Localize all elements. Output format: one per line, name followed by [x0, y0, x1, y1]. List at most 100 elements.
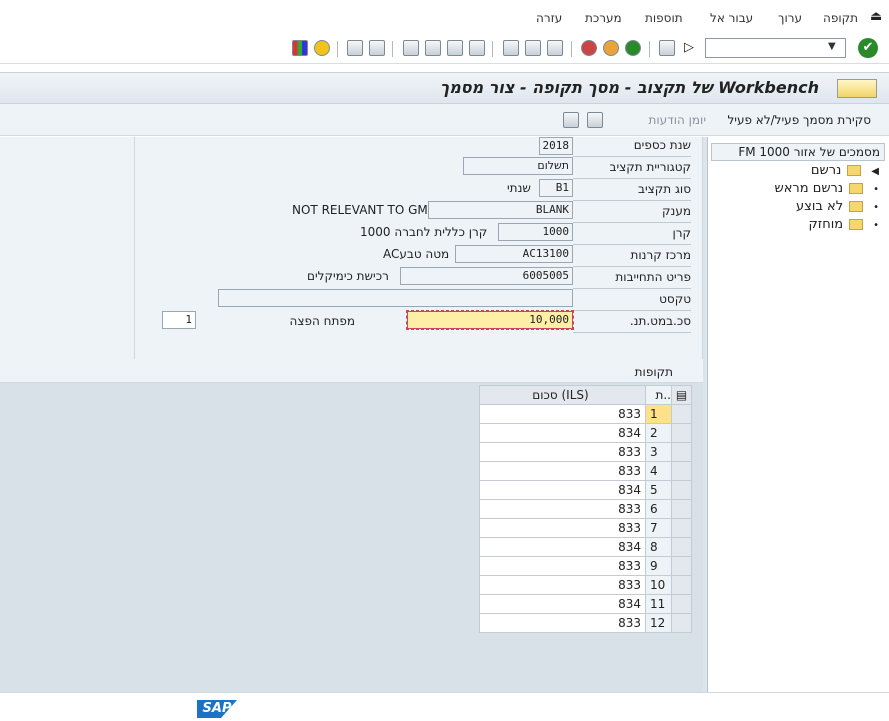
- create-session-icon[interactable]: [347, 40, 363, 56]
- amount-column-header[interactable]: סכום (ILS): [479, 385, 646, 405]
- row-selector[interactable]: [671, 404, 692, 424]
- total-amount-field[interactable]: 10,000: [406, 310, 574, 330]
- tree-item-posted[interactable]: ◀ נרשם: [811, 163, 879, 181]
- row-selector[interactable]: [671, 537, 692, 557]
- period-column-header[interactable]: ת..: [645, 385, 672, 405]
- row-selector[interactable]: [671, 480, 692, 500]
- row-selector[interactable]: [671, 518, 692, 538]
- period-amount-cell[interactable]: 834: [479, 594, 646, 614]
- table-settings-icon[interactable]: ▤: [671, 385, 692, 405]
- first-page-icon[interactable]: [469, 40, 485, 56]
- menu-period[interactable]: תקופה: [823, 11, 858, 25]
- back-icon[interactable]: [625, 40, 641, 56]
- row-selector[interactable]: [671, 556, 692, 576]
- row-selector[interactable]: [671, 499, 692, 519]
- menu-edit[interactable]: ערוך: [778, 11, 802, 25]
- budget-category-field[interactable]: תשלום: [463, 157, 573, 175]
- text-field[interactable]: [218, 289, 573, 307]
- period-number-cell: 8: [645, 537, 672, 557]
- period-amount-cell[interactable]: 833: [479, 613, 646, 633]
- period-amount-cell[interactable]: 833: [479, 575, 646, 595]
- print-icon[interactable]: [547, 40, 563, 56]
- save-document-icon[interactable]: [587, 112, 603, 128]
- period-amount-cell[interactable]: 834: [479, 480, 646, 500]
- message-log-button[interactable]: יומן הודעות: [648, 113, 706, 127]
- period-amount-cell[interactable]: 833: [479, 556, 646, 576]
- grant-label: מענק: [662, 204, 691, 218]
- copy-document-icon[interactable]: [563, 112, 579, 128]
- next-page-icon[interactable]: [425, 40, 441, 56]
- period-number-cell: 10: [645, 575, 672, 595]
- total-amount-label: סכ.במט.תנ.: [629, 314, 691, 328]
- budget-type-field[interactable]: B1: [539, 179, 573, 197]
- table-header-row: סכום (ILS) ת.. ▤: [479, 385, 692, 405]
- funds-center-field[interactable]: AC13100: [455, 245, 573, 263]
- command-field[interactable]: [705, 38, 846, 58]
- fiscal-year-label: שנת כספים: [633, 138, 691, 152]
- row-selector[interactable]: [671, 423, 692, 443]
- distribution-key-field[interactable]: 1: [162, 311, 196, 329]
- tree-item-label: נרשם מראש: [774, 181, 844, 196]
- tree-item-not-executed[interactable]: • לא בוצע: [796, 199, 879, 217]
- chevron-down-icon[interactable]: ▼: [828, 41, 836, 52]
- period-amount-cell[interactable]: 833: [479, 518, 646, 538]
- period-number-cell: 4: [645, 461, 672, 481]
- commitment-item-field[interactable]: 6005005: [400, 267, 573, 285]
- enter-button[interactable]: ✔: [858, 38, 878, 58]
- menu-help[interactable]: עזרה: [536, 11, 562, 25]
- distribution-key-label: מפתח הפצה: [289, 314, 355, 328]
- folder-icon: [849, 183, 864, 194]
- last-page-icon[interactable]: [403, 40, 419, 56]
- row-selector[interactable]: [671, 442, 692, 462]
- table-row: 833 10: [479, 575, 692, 595]
- screen-settings-icon[interactable]: [837, 79, 877, 98]
- find-icon[interactable]: [525, 40, 541, 56]
- period-amount-cell[interactable]: 834: [479, 423, 646, 443]
- row-selector[interactable]: [671, 613, 692, 633]
- help-icon[interactable]: [314, 40, 330, 56]
- row-selector[interactable]: [671, 461, 692, 481]
- layout-icon[interactable]: [292, 40, 308, 56]
- period-amount-cell[interactable]: 833: [479, 442, 646, 462]
- row-divider: [573, 156, 691, 157]
- period-amount-cell[interactable]: 833: [479, 404, 646, 424]
- row-divider: [573, 178, 691, 179]
- cancel-icon[interactable]: [581, 40, 597, 56]
- row-selector[interactable]: [671, 594, 692, 614]
- tree-item-label: נרשם: [810, 163, 842, 178]
- table-row: 834 2: [479, 423, 692, 443]
- menu-goto[interactable]: עבור אל: [710, 11, 753, 25]
- fund-field[interactable]: 1000: [498, 223, 573, 241]
- periods-header: תקופות: [0, 359, 703, 383]
- period-amount-cell[interactable]: 833: [479, 499, 646, 519]
- exit-menu-icon[interactable]: ⏏: [870, 9, 882, 24]
- periods-table: סכום (ILS) ת.. ▤ 833 1 834 2 833 3 833 4 834 5 833…: [479, 385, 692, 633]
- tree-header[interactable]: מסמכים של אזור FM 1000: [711, 143, 885, 161]
- toggle-document-overview-button[interactable]: סקירת מסמך פעיל/לא פעיל: [727, 113, 871, 127]
- row-divider: [573, 288, 691, 289]
- period-number-cell: 12: [645, 613, 672, 633]
- bullet-icon: •: [873, 202, 879, 213]
- table-row: 833 6: [479, 499, 692, 519]
- tree-item-held[interactable]: • מוחזק: [809, 217, 880, 235]
- period-amount-cell[interactable]: 833: [479, 461, 646, 481]
- menu-system[interactable]: מערכת: [585, 11, 622, 25]
- toolbar-separator: [492, 41, 493, 57]
- grant-field[interactable]: BLANK: [428, 201, 573, 219]
- budget-type-label: סוג תקציב: [638, 182, 691, 196]
- previous-page-icon[interactable]: [447, 40, 463, 56]
- row-selector[interactable]: [671, 575, 692, 595]
- period-amount-cell[interactable]: 834: [479, 537, 646, 557]
- periods-title: תקופות: [634, 365, 673, 379]
- exit-icon[interactable]: [603, 40, 619, 56]
- fiscal-year-field[interactable]: 2018: [539, 137, 573, 155]
- save-icon[interactable]: [659, 40, 675, 56]
- find-next-icon[interactable]: [503, 40, 519, 56]
- expand-arrow-icon[interactable]: ◀: [871, 166, 879, 177]
- menu-extras[interactable]: תוספות: [645, 11, 683, 25]
- row-divider: [573, 222, 691, 223]
- shortcut-icon[interactable]: [369, 40, 385, 56]
- expand-command-icon[interactable]: ▷: [684, 40, 694, 55]
- document-tree: מסמכים של אזור FM 1000 ◀נרשם •נרשם מראש …: [707, 137, 889, 692]
- tree-item-parked[interactable]: • נרשם מראש: [775, 181, 880, 199]
